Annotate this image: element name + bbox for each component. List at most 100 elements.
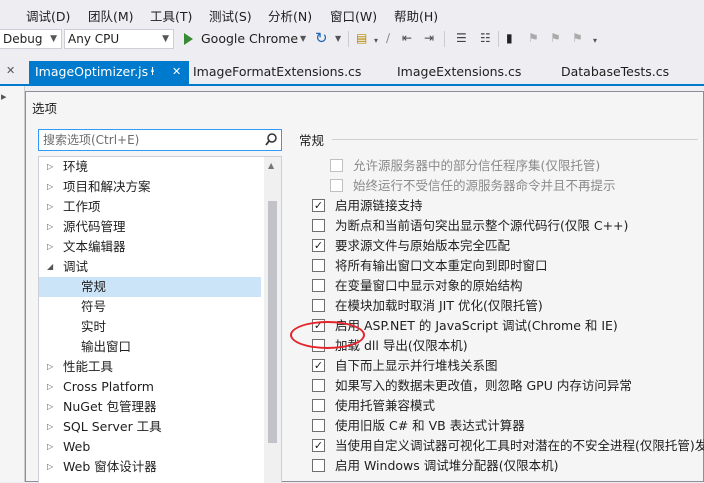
option-row: ✓ 自下而上显示并行堆栈关系图: [309, 356, 704, 376]
option-checkbox[interactable]: [312, 379, 325, 392]
expand-icon[interactable]: ▷: [47, 397, 53, 417]
option-checkbox: [330, 159, 343, 172]
tree-item[interactable]: 输出窗口: [39, 337, 261, 357]
tree-item[interactable]: ▷ NuGet 包管理器: [39, 397, 261, 417]
tree-item[interactable]: ▷ Web 窗体设计器: [39, 457, 261, 477]
tree-item-label: 调试: [63, 259, 89, 274]
option-checkbox[interactable]: ✓: [312, 199, 325, 212]
option-checkbox[interactable]: ✓: [312, 359, 325, 372]
expand-icon[interactable]: ▷: [47, 357, 53, 377]
option-checkbox[interactable]: ✓: [312, 239, 325, 252]
close-icon[interactable]: ✕: [172, 61, 181, 83]
tree-scrollbar[interactable]: ▲: [264, 157, 281, 483]
comment-icon[interactable]: ☰: [456, 31, 467, 45]
solution-config-combo[interactable]: Debug ▼: [0, 29, 62, 49]
chevron-down-icon[interactable]: ▼: [335, 34, 341, 43]
tree-item[interactable]: ▷ 项目和解决方案: [39, 177, 261, 197]
tab-database-tests[interactable]: DatabaseTests.cs: [561, 61, 669, 85]
option-label: 在变量窗口中显示对象的原始结构: [335, 278, 523, 293]
search-placeholder: 搜索选项(Ctrl+E): [43, 133, 140, 147]
option-checkbox[interactable]: [312, 299, 325, 312]
tab-image-format-extensions[interactable]: ImageFormatExtensions.cs: [193, 61, 361, 85]
tree-item-label: 输出窗口: [81, 339, 132, 354]
tree-item-label: 环境: [63, 159, 89, 174]
option-label: 始终运行不受信任的源服务器命令并且不再提示: [353, 178, 616, 193]
chevron-down-icon[interactable]: ▾: [374, 36, 378, 45]
option-checkbox[interactable]: [312, 399, 325, 412]
clear-bookmarks-icon[interactable]: ⚑: [572, 31, 583, 45]
expand-icon[interactable]: ▷: [47, 157, 53, 177]
option-row: 加载 dll 导出(仅限本机): [309, 336, 704, 356]
option-checkbox[interactable]: [312, 279, 325, 292]
tree-item[interactable]: ▷ SQL Server 工具: [39, 417, 261, 437]
option-checkbox[interactable]: [312, 219, 325, 232]
menu-analyze[interactable]: 分析(N): [268, 6, 312, 25]
dropdown-arrow-icon: ▸: [1, 90, 7, 103]
tree-item[interactable]: ▷ 工作项: [39, 197, 261, 217]
option-row: 在模块加载时取消 JIT 优化(仅限托管): [309, 296, 704, 316]
search-icon: [265, 133, 277, 146]
bookmark-icon[interactable]: ▮: [506, 31, 513, 45]
menu-help[interactable]: 帮助(H): [394, 6, 438, 25]
outdent-icon[interactable]: ⇥: [424, 31, 434, 45]
option-row: 始终运行不受信任的源服务器命令并且不再提示: [309, 176, 704, 196]
tree-item[interactable]: ▷ Cross Platform: [39, 377, 261, 397]
tab-image-extensions[interactable]: ImageExtensions.cs: [397, 61, 521, 85]
options-tree: ▷ 环境 ▷ 项目和解决方案 ▷ 工作项 ▷ 源代码管理 ▷ 文本编辑器 ◢ 调试 常规 符号 实时 输出窗口…: [38, 156, 282, 483]
expand-icon[interactable]: ▷: [47, 197, 53, 217]
expand-icon[interactable]: ▷: [47, 437, 53, 457]
tree-item[interactable]: 常规: [39, 277, 261, 297]
collapse-icon[interactable]: ◢: [47, 257, 53, 277]
option-row: ✓ 启用源链接支持: [309, 196, 704, 216]
tree-scrollbar-thumb[interactable]: [268, 201, 277, 443]
menu-tools[interactable]: 工具(T): [150, 6, 192, 25]
prev-bookmark-icon[interactable]: ⚑: [528, 31, 539, 45]
expand-icon[interactable]: ▷: [47, 177, 53, 197]
menu-window[interactable]: 窗口(W): [330, 6, 377, 25]
chevron-down-icon: ▼: [50, 34, 57, 44]
tree-item[interactable]: ▷ Web: [39, 437, 261, 457]
next-bookmark-icon[interactable]: ⚑: [550, 31, 561, 45]
option-checkbox[interactable]: [312, 459, 325, 472]
close-icon[interactable]: ✕: [6, 64, 15, 77]
tree-item[interactable]: ◢ 调试: [39, 257, 261, 277]
expand-icon[interactable]: ▷: [47, 217, 53, 237]
option-checkbox[interactable]: [312, 419, 325, 432]
menu-debug[interactable]: 调试(D): [26, 6, 70, 25]
option-checkbox[interactable]: [312, 259, 325, 272]
toolbar-separator: [498, 31, 499, 47]
tree-item[interactable]: 符号: [39, 297, 261, 317]
expand-icon[interactable]: ▷: [47, 377, 53, 397]
toolbar-separator: [348, 31, 349, 47]
step-icon[interactable]: ∕: [386, 31, 390, 45]
chevron-down-icon[interactable]: ▾: [593, 36, 597, 45]
scroll-up-icon[interactable]: ▲: [268, 161, 274, 170]
browser-link-icon[interactable]: ▤: [356, 31, 367, 45]
tab-image-optimizer[interactable]: ImageOptimizer.js ⱡ ✕: [29, 61, 189, 85]
option-row: 允许源服务器中的部分信任程序集(仅限托管): [309, 156, 704, 176]
option-row: ✓ 启用 ASP.NET 的 JavaScript 调试(Chrome 和 IE): [309, 316, 704, 336]
option-label: 要求源文件与原始版本完全匹配: [335, 238, 511, 253]
option-label: 如果写入的数据未更改值，则忽略 GPU 内存访问异常: [335, 378, 632, 393]
expand-icon[interactable]: ▷: [47, 417, 53, 437]
option-checkbox[interactable]: ✓: [312, 439, 325, 452]
uncomment-icon[interactable]: ☷: [480, 31, 491, 45]
menu-team[interactable]: 团队(M): [88, 6, 134, 25]
tree-item[interactable]: ▷ 性能工具: [39, 357, 261, 377]
tree-item[interactable]: 实时: [39, 317, 261, 337]
search-input[interactable]: 搜索选项(Ctrl+E): [38, 129, 282, 151]
menu-test[interactable]: 测试(S): [209, 6, 252, 25]
expand-icon[interactable]: ▷: [47, 237, 53, 257]
platform-combo[interactable]: Any CPU ▼: [64, 29, 174, 49]
tree-item[interactable]: ▷ 文本编辑器: [39, 237, 261, 257]
expand-icon[interactable]: ▷: [47, 457, 53, 477]
refresh-icon[interactable]: ↻: [315, 29, 328, 47]
highlight-annotation-circle: [290, 321, 365, 349]
indent-icon[interactable]: ⇤: [402, 31, 412, 45]
pin-icon[interactable]: ⱡ: [151, 61, 154, 83]
tree-item[interactable]: ▷ 源代码管理: [39, 217, 261, 237]
option-label: 使用托管兼容模式: [335, 398, 436, 413]
tree-item[interactable]: ▷ 环境: [39, 157, 261, 177]
option-label: 允许源服务器中的部分信任程序集(仅限托管): [353, 158, 601, 173]
tree-item-label: 工作项: [63, 199, 101, 214]
